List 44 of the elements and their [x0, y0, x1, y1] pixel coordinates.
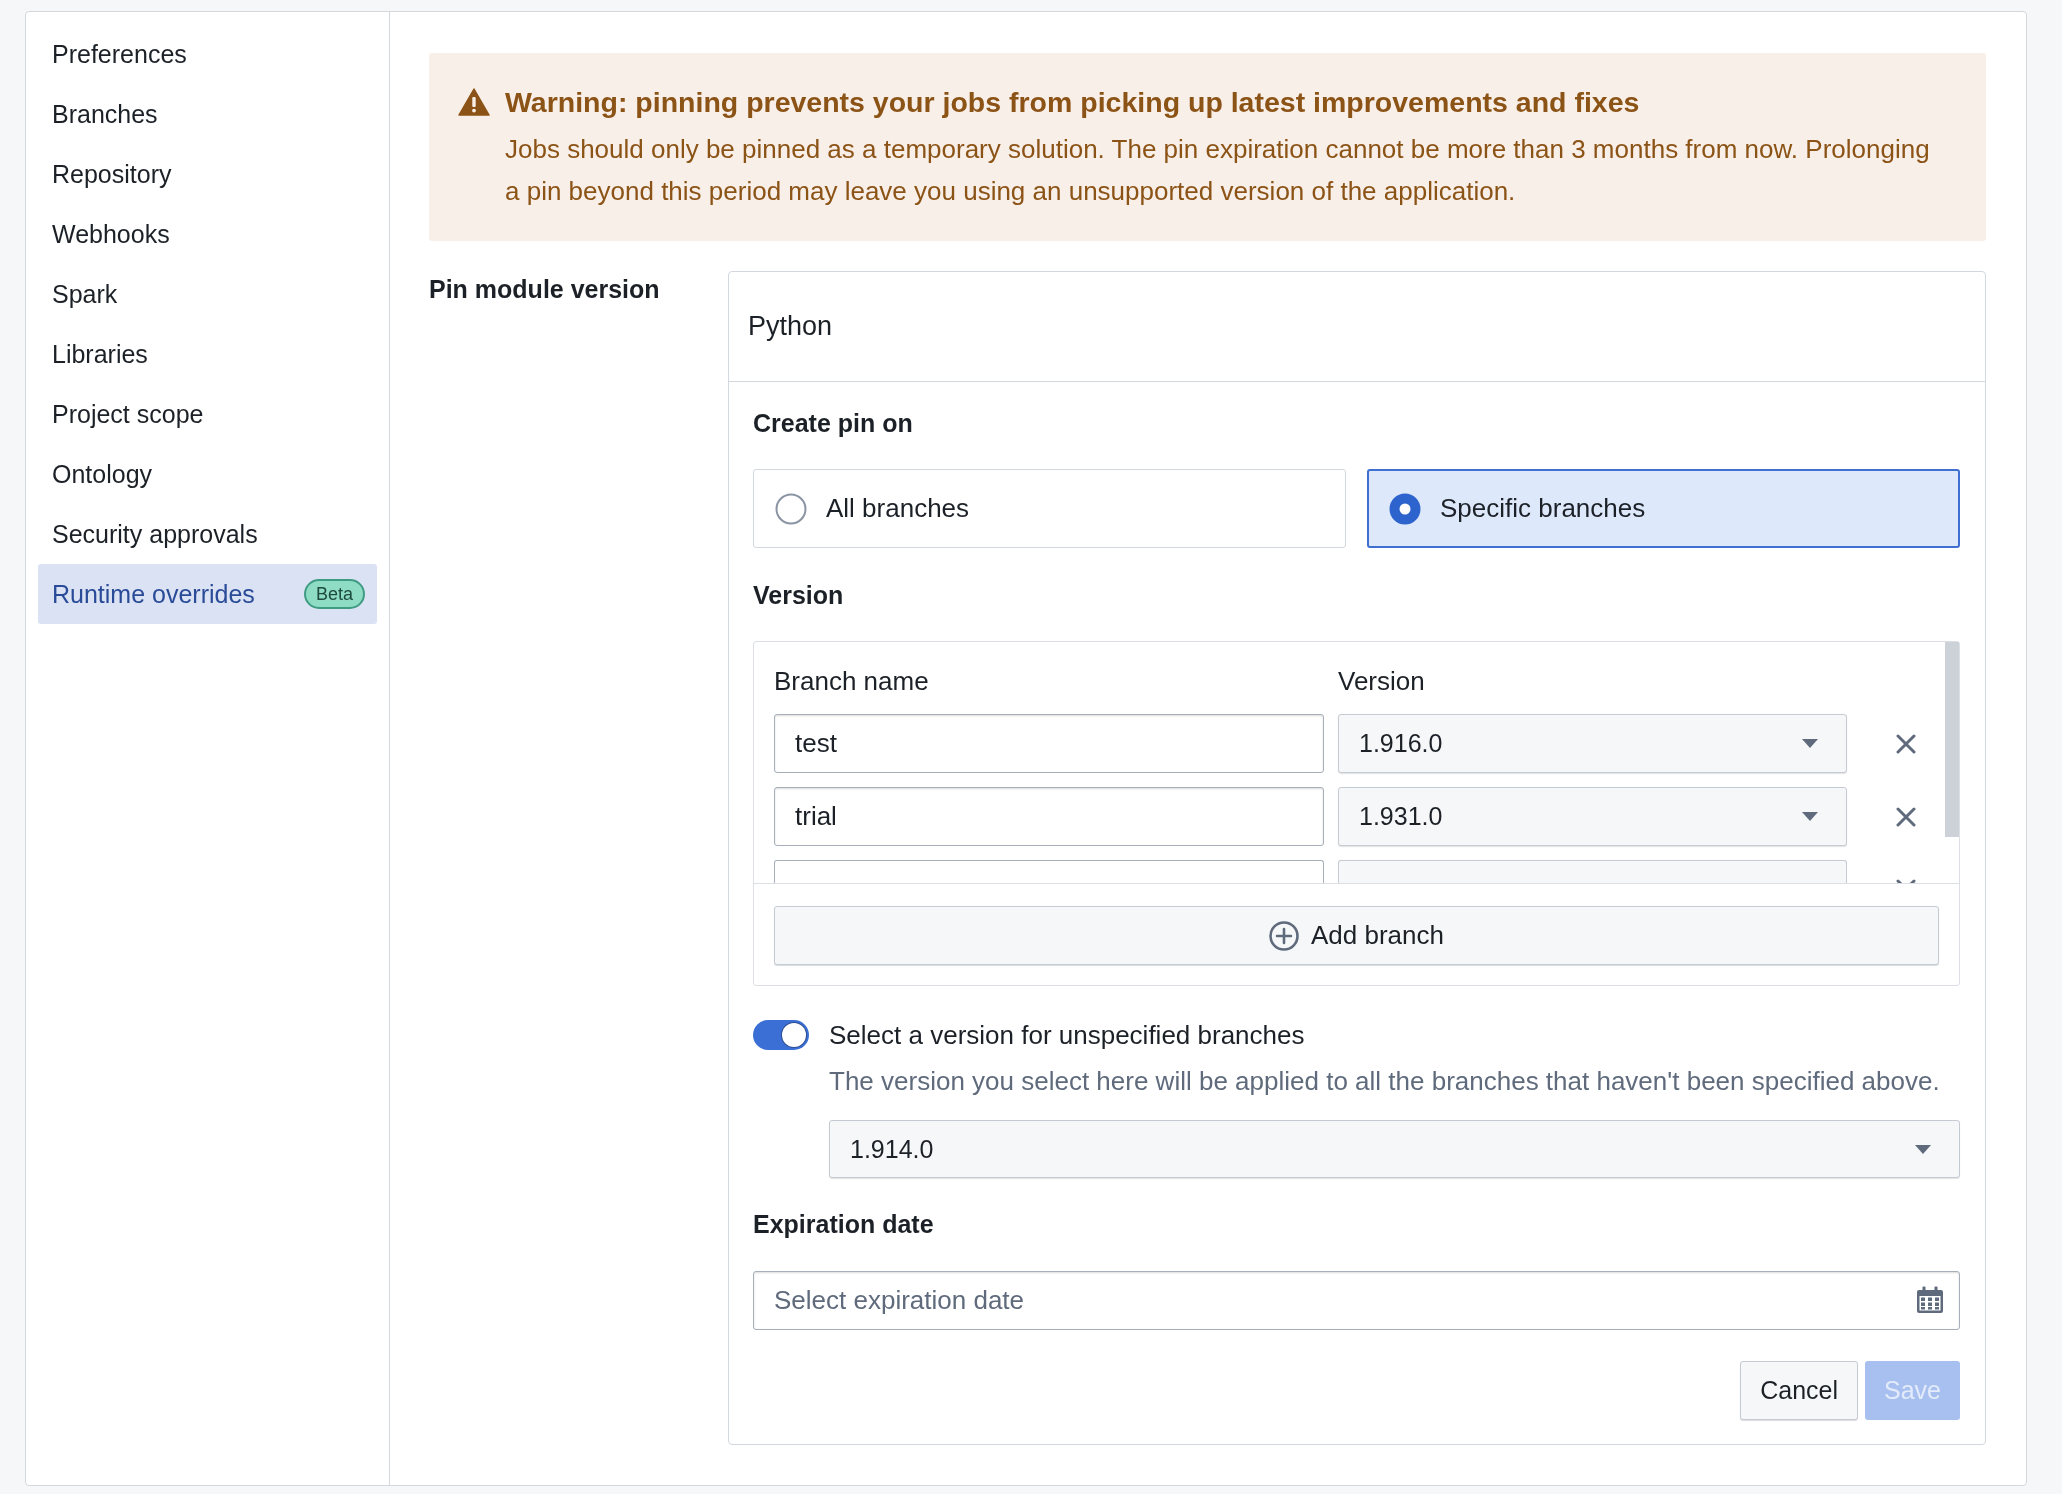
field-label: Expiration date — [753, 1209, 935, 1239]
help-text: The version you select here will be applied to all the branches that haven't been specified above. — [829, 1066, 1941, 1096]
sidebar-item[interactable]: Project scope — [38, 384, 377, 444]
sidebar-item[interactable]: Runtime overrides Beta — [38, 564, 377, 624]
sidebar-item[interactable]: Repository — [38, 144, 377, 204]
caret-icon — [1915, 1144, 1931, 1154]
radio-option[interactable]: All branches — [753, 469, 1346, 548]
field-label: Version — [753, 580, 845, 610]
sidebar-item[interactable]: Libraries — [38, 324, 377, 384]
scrollbar-thumb[interactable] — [1945, 642, 1959, 837]
sidebar-item[interactable]: Branches — [38, 84, 377, 144]
warning-title: Warning: pinning prevents your jobs from picking up latest improvements and fixes — [505, 85, 1641, 119]
cancel-button[interactable]: Cancel — [1740, 1361, 1858, 1420]
warning-text: Jobs should only be pinned as a temporary solution. The pin expiration cannot be more than 3 months from now. Prolonging a pin beyond this period may leave you using an unsupported version of the application. — [505, 133, 1931, 208]
branch-name-field[interactable] — [774, 860, 1324, 883]
module-name: Python — [748, 311, 833, 342]
field-label: Create pin on — [753, 408, 914, 438]
sidebar-item[interactable]: Webhooks — [38, 204, 377, 264]
version-select[interactable]: 1.931.0 — [1338, 787, 1847, 846]
radio-option[interactable]: Specific branches — [1367, 469, 1960, 548]
version-select[interactable]: 1.916.0 — [1338, 714, 1847, 773]
date-field[interactable]: Select expiration date — [753, 1271, 1960, 1330]
close-icon[interactable] — [1896, 879, 1916, 883]
plus-circle-icon — [1269, 920, 1299, 951]
close-icon[interactable] — [1896, 733, 1916, 754]
column-header: Branch name — [774, 666, 930, 696]
caret-icon — [1802, 812, 1818, 821]
sidebar-item[interactable]: Ontology — [38, 444, 377, 504]
section-label: Pin module version — [429, 274, 661, 304]
sidebar-item[interactable]: Preferences — [38, 24, 377, 84]
close-icon[interactable] — [1896, 806, 1916, 827]
warning-icon — [458, 88, 490, 116]
toggle-label: Select a version for unspecified branches — [829, 1020, 1305, 1050]
toggle-switch[interactable] — [753, 1020, 809, 1050]
branch-name-field[interactable]: trial — [774, 787, 1324, 846]
branch-name-field[interactable]: test — [774, 714, 1324, 773]
tag-badge: Beta — [303, 579, 365, 609]
sidebar-item[interactable]: Security approvals — [38, 504, 377, 564]
add-branch-button[interactable]: Add branch — [774, 906, 1939, 965]
sidebar-item[interactable]: Spark — [38, 264, 377, 324]
calendar-icon[interactable] — [1916, 1286, 1944, 1314]
version-select[interactable]: 1.914.0 — [829, 1120, 1960, 1178]
column-header: Version — [1338, 666, 1426, 696]
caret-icon — [1802, 739, 1818, 748]
